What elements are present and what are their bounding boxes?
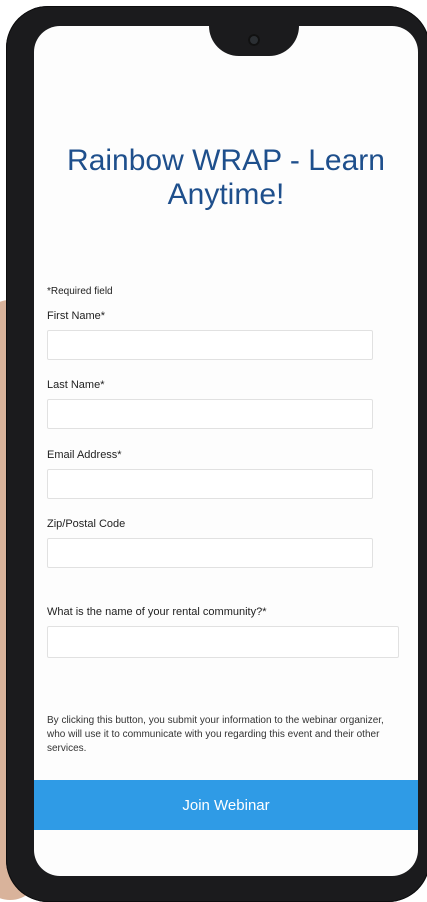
consent-notice: By clicking this button, you submit your… — [47, 715, 384, 754]
camera-icon — [248, 34, 260, 46]
required-field-note: *Required field — [47, 286, 113, 297]
first-name-input[interactable] — [47, 330, 373, 360]
zip-input[interactable] — [47, 538, 373, 568]
last-name-input[interactable] — [47, 399, 373, 429]
page-title: Rainbow WRAP - Learn Anytime! — [67, 144, 385, 211]
first-name-label: First Name* — [47, 310, 106, 322]
zip-label: Zip/Postal Code — [47, 518, 126, 530]
join-webinar-button[interactable]: Join Webinar — [34, 780, 418, 830]
rental-community-label: What is the name of your rental communit… — [47, 606, 267, 618]
email-input[interactable] — [47, 469, 373, 499]
email-label: Email Address* — [47, 449, 122, 461]
last-name-label: Last Name* — [47, 379, 105, 391]
phone-frame: Rainbow WRAP - Learn Anytime! *Required … — [6, 6, 427, 902]
phone-screen: Rainbow WRAP - Learn Anytime! *Required … — [34, 26, 418, 876]
rental-community-input[interactable] — [47, 626, 399, 658]
